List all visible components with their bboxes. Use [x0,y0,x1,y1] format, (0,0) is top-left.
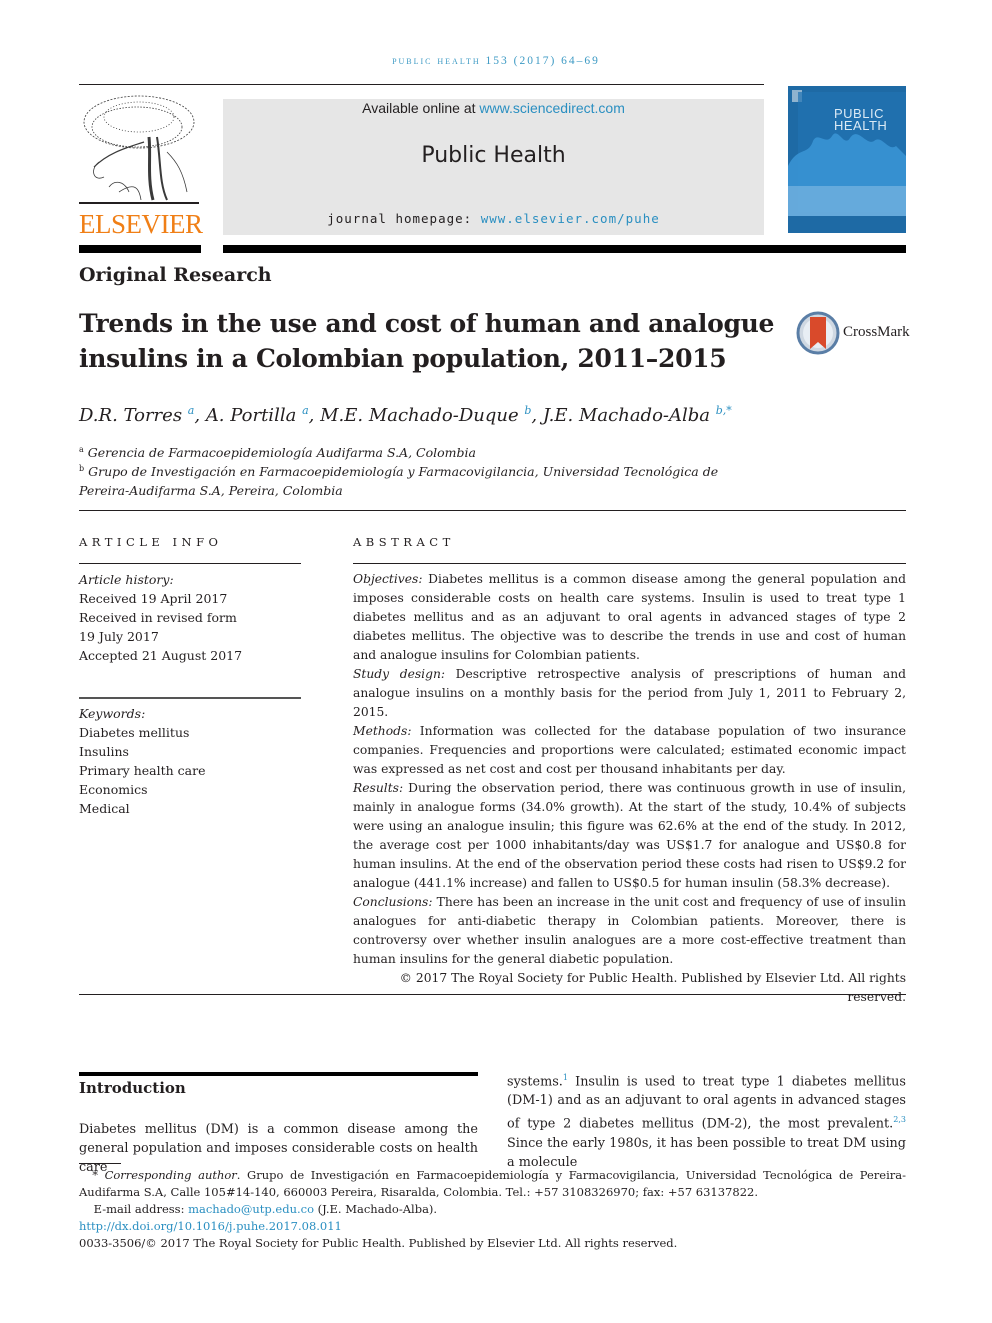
journal-masthead: Available online at www.sciencedirect.co… [223,99,764,235]
crossmark-button[interactable]: CrossMark [796,311,910,357]
history-item: Received 19 April 2017 [79,591,228,606]
keyword: Insulins [79,744,129,759]
cover-title-line2: HEALTH [834,118,888,133]
author-separator: , [308,405,321,426]
journal-homepage-link[interactable]: www.elsevier.com/puhe [481,211,660,226]
keywords-label: Keywords: [79,706,146,721]
abstract-study-design: Study design: Descriptive retrospective … [353,665,906,722]
cover-title: PUBLIC HEALTH [834,107,888,133]
keyword: Primary health care [79,763,206,778]
email-label: E-mail address: [93,1202,189,1216]
footnote-rule [79,1163,121,1164]
affiliation-marker: b [79,464,85,473]
author[interactable]: M.E. Machado-Duque [320,405,519,426]
homepage-label: journal homepage: [327,211,481,226]
doi-link[interactable]: http://dx.doi.org/10.1016/j.puhe.2017.08… [79,1218,906,1235]
body-text: Since the early 1980s, it has been possi… [507,1135,906,1170]
issn-copyright: 0033-3506/© 2017 The Royal Society for P… [79,1236,678,1250]
article-info-heading: ARTICLE INFO [79,535,223,549]
affiliation-text: Grupo de Investigación en Farmacoepidemi… [88,464,719,480]
abstract-section-label: Objectives: [353,572,423,586]
keywords-rule [79,697,301,699]
abstract-section-label: Results: [353,781,404,795]
corresponding-author-label: Corresponding author [104,1168,237,1182]
abstract-copyright: © 2017 The Royal Society for Public Heal… [399,971,906,1004]
introduction-right-column: systems.1 Insulin is used to treat type … [507,1068,906,1172]
journal-cover: PUBLIC HEALTH [788,86,906,233]
journal-name: Public Health [421,143,566,168]
abstract-methods: Methods: Information was collected for t… [353,722,906,779]
masthead-rule [223,245,906,253]
author-affiliation-marker[interactable]: b,* [716,404,732,417]
affiliation-marker: a [79,445,84,454]
affiliation-text: Gerencia de Farmacoepidemiología Audifar… [87,445,476,461]
abstract-heading: ABSTRACT [353,535,455,549]
abstract-section-label: Study design: [353,667,446,681]
body-text: Insulin is used to treat type 1 diabetes… [507,1074,906,1132]
introduction-rule [79,1072,478,1076]
elsevier-tree-icon [79,95,199,204]
abstract-section-label: Methods: [353,724,412,738]
abstract-section-label: Conclusions: [353,895,433,909]
email-link[interactable]: machado@utp.edu.co [188,1202,314,1216]
elsevier-wordmark: ELSEVIER [79,209,203,239]
journal-homepage: journal homepage: www.elsevier.com/puhe [223,211,764,226]
history-item: Received in revised form [79,610,237,625]
article-info-rule [79,563,301,564]
available-online-label: Available online at [362,100,480,116]
abstract-section-text: There has been an increase in the unit c… [353,895,906,966]
history-item: 19 July 2017 [79,629,159,644]
header-rule [79,84,764,85]
crossmark-label: CrossMark [843,324,910,340]
email-owner: (J.E. Machado-Alba). [314,1202,438,1216]
crossmark-icon [796,311,840,355]
affiliation-b: b Grupo de Investigación en Farmacoepide… [79,459,718,500]
abstract-end-rule [79,994,906,995]
available-online: Available online at www.sciencedirect.co… [223,100,764,116]
author-list: D.R. Torres a, A. Portilla a, M.E. Macha… [79,404,732,426]
section-divider [79,510,906,511]
history-item: Accepted 21 August 2017 [79,648,243,663]
keywords: Keywords: Diabetes mellitus Insulins Pri… [79,704,301,818]
article-history-label: Article history: [79,572,174,587]
abstract-body: Objectives: Diabetes mellitus is a commo… [353,570,906,1007]
article-history: Article history: Received 19 April 2017 … [79,570,301,665]
running-header: Public Health 153 (2017) 64–69 [392,55,600,67]
affiliation-text: Pereira-Audifarma S.A, Pereira, Colombia [79,483,343,499]
email-note: E-mail address: machado@utp.edu.co (J.E.… [79,1201,906,1218]
keyword: Economics [79,782,148,797]
author[interactable]: D.R. Torres [79,405,182,426]
reference-link[interactable]: 2,3 [893,1115,906,1124]
body-text: systems. [507,1074,563,1090]
abstract-section-text: Diabetes mellitus is a common disease am… [353,572,906,662]
introduction-heading: Introduction [79,1079,186,1097]
abstract-results: Results: During the observation period, … [353,779,906,893]
article-title: Trends in the use and cost of human and … [79,309,775,373]
abstract-section-text: During the observation period, there was… [353,781,906,890]
author-separator: , [531,405,543,426]
abstract-rule [353,563,906,564]
abstract-conclusions: Conclusions: There has been an increase … [353,893,906,969]
article-type: Original Research [79,264,272,286]
author[interactable]: A. Portilla [206,405,297,426]
sciencedirect-link[interactable]: www.sciencedirect.com [479,100,625,116]
abstract-objectives: Objectives: Diabetes mellitus is a commo… [353,570,906,665]
masthead-rule-left [79,245,201,253]
abstract-section-text: Information was collected for the databa… [353,724,906,776]
corresponding-author-note: * Corresponding author. Grupo de Investi… [79,1167,906,1201]
keyword: Diabetes mellitus [79,725,190,740]
author[interactable]: J.E. Machado-Alba [543,405,710,426]
author-separator: , [194,405,206,426]
footnotes: * Corresponding author. Grupo de Investi… [79,1167,906,1252]
keyword: Medical [79,801,130,816]
footnote-marker: * [92,1168,98,1182]
